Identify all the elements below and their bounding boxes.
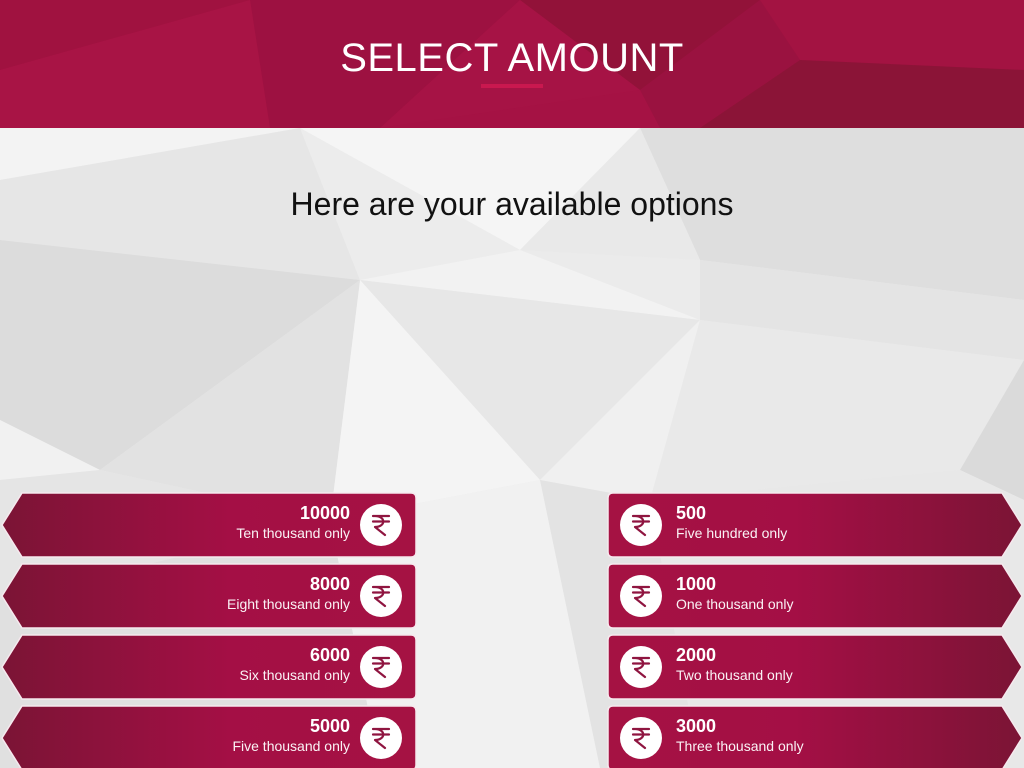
option-shape	[607, 705, 1023, 768]
option-shape	[607, 634, 1023, 700]
option-amount: 1000	[676, 574, 717, 594]
option-amount-words: Three thousand only	[676, 738, 804, 754]
rupee-icon	[360, 504, 402, 546]
title-underline	[481, 84, 543, 88]
option-amount: 2000	[676, 645, 717, 665]
option-text: 8000 Eight thousand only	[227, 574, 350, 614]
option-shape	[607, 563, 1023, 629]
option-amount: 10000	[299, 503, 350, 523]
amount-option-8000[interactable]: 8000 Eight thousand only	[0, 562, 418, 630]
option-text: 500 Five hundred only	[676, 503, 787, 543]
header-bar: SELECT AMOUNT	[0, 0, 1024, 128]
page-title: SELECT AMOUNT	[340, 36, 684, 80]
rupee-icon	[620, 504, 662, 546]
option-amount-words: One thousand only	[676, 596, 794, 612]
option-amount: 3000	[676, 716, 717, 736]
option-shape	[607, 492, 1023, 558]
rupee-icon	[620, 717, 662, 759]
amount-selection-screen: SELECT AMOUNT Here are your available op…	[0, 0, 1024, 768]
amount-option-10000[interactable]: 10000 Ten thousand only	[0, 491, 418, 559]
option-shape	[1, 634, 417, 700]
option-amount: 500	[676, 503, 707, 523]
option-text: 6000 Six thousand only	[239, 645, 350, 685]
rupee-icon	[620, 575, 662, 617]
option-shape	[1, 563, 417, 629]
option-shape	[1, 492, 417, 558]
option-amount-words: Five thousand only	[232, 738, 350, 754]
option-amount-words: Two thousand only	[676, 667, 793, 683]
option-text: 3000 Three thousand only	[676, 716, 804, 756]
rupee-icon	[360, 646, 402, 688]
amount-option-2000[interactable]: 2000 Two thousand only	[606, 633, 1024, 701]
option-text: 1000 One thousand only	[676, 574, 794, 614]
rupee-icon	[360, 717, 402, 759]
option-text: 10000 Ten thousand only	[236, 503, 350, 543]
option-text: 5000 Five thousand only	[232, 716, 350, 756]
rupee-icon	[620, 646, 662, 688]
options-subtitle: Here are your available options	[290, 186, 734, 222]
option-amount-words: Eight thousand only	[227, 596, 350, 612]
rupee-icon	[360, 575, 402, 617]
option-amount-words: Six thousand only	[239, 667, 350, 683]
option-amount-words: Five hundred only	[676, 525, 788, 541]
option-text: 2000 Two thousand only	[676, 645, 793, 685]
amount-option-5000[interactable]: 5000 Five thousand only	[0, 704, 418, 768]
amount-option-500[interactable]: 500 Five hundred only	[606, 491, 1024, 559]
option-amount: 6000	[309, 645, 350, 665]
option-amount-words: Ten thousand only	[236, 525, 350, 541]
option-amount: 8000	[309, 574, 350, 594]
amount-option-6000[interactable]: 6000 Six thousand only	[0, 633, 418, 701]
amount-option-1000[interactable]: 1000 One thousand only	[606, 562, 1024, 630]
option-shape	[1, 705, 417, 768]
amount-option-3000[interactable]: 3000 Three thousand only	[606, 704, 1024, 768]
option-amount: 5000	[309, 716, 350, 736]
